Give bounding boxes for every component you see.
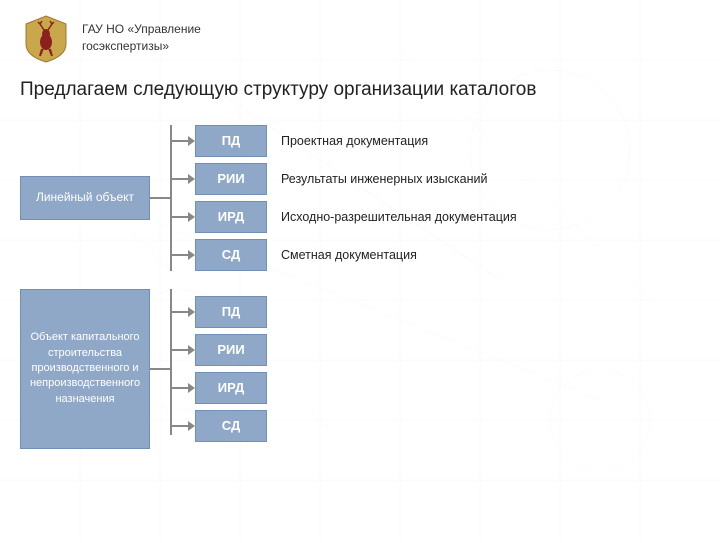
section2-code-1: РИИ [195,334,267,366]
section1-item-3: СД Сметная документация [172,239,517,271]
section2-item-0: ПД [172,296,267,328]
section1-item-0: ПД Проектная документация [172,125,517,157]
section2-code-3: СД [195,410,267,442]
section2-row: Объект капитального строительства произв… [20,289,700,449]
section2-item-1: РИИ [172,334,267,366]
section1-desc-2: Исходно-разрешительная документация [267,210,517,224]
section1-desc-1: Результаты инженерных изысканий [267,172,497,186]
section2-code-2: ИРД [195,372,267,404]
section2-item-2: ИРД [172,372,267,404]
section2-code-0: ПД [195,296,267,328]
section1-vline [170,125,172,271]
section1-code-1: РИИ [195,163,267,195]
section1-item-2: ИРД Исходно-разрешительная документация [172,201,517,233]
page-title: Предлагаем следующую структуру организац… [20,78,700,103]
section2-left-box: Объект капитального строительства произв… [20,289,150,449]
section1-code-0: ПД [195,125,267,157]
section2-item-3: СД [172,410,267,442]
section1-code-3: СД [195,239,267,271]
section2-branches: ПД РИИ ИРД СД [172,296,267,442]
section1-item-1: РИИ Результаты инженерных изысканий [172,163,517,195]
section1-branches: ПД Проектная документация РИИ Результаты… [172,125,517,271]
section1-row: Линейный объект ПД Проектная документаци… [20,125,700,271]
logo [20,12,72,64]
header: ГАУ НО «Управление госэкспертизы» [20,12,700,64]
section1-code-2: ИРД [195,201,267,233]
section1-desc-3: Сметная документация [267,248,497,262]
section1-left-box: Линейный объект [20,176,150,220]
org-name: ГАУ НО «Управление госэкспертизы» [82,21,201,55]
main-content: ГАУ НО «Управление госэкспертизы» Предла… [0,0,720,461]
section1-desc-0: Проектная документация [267,134,497,148]
